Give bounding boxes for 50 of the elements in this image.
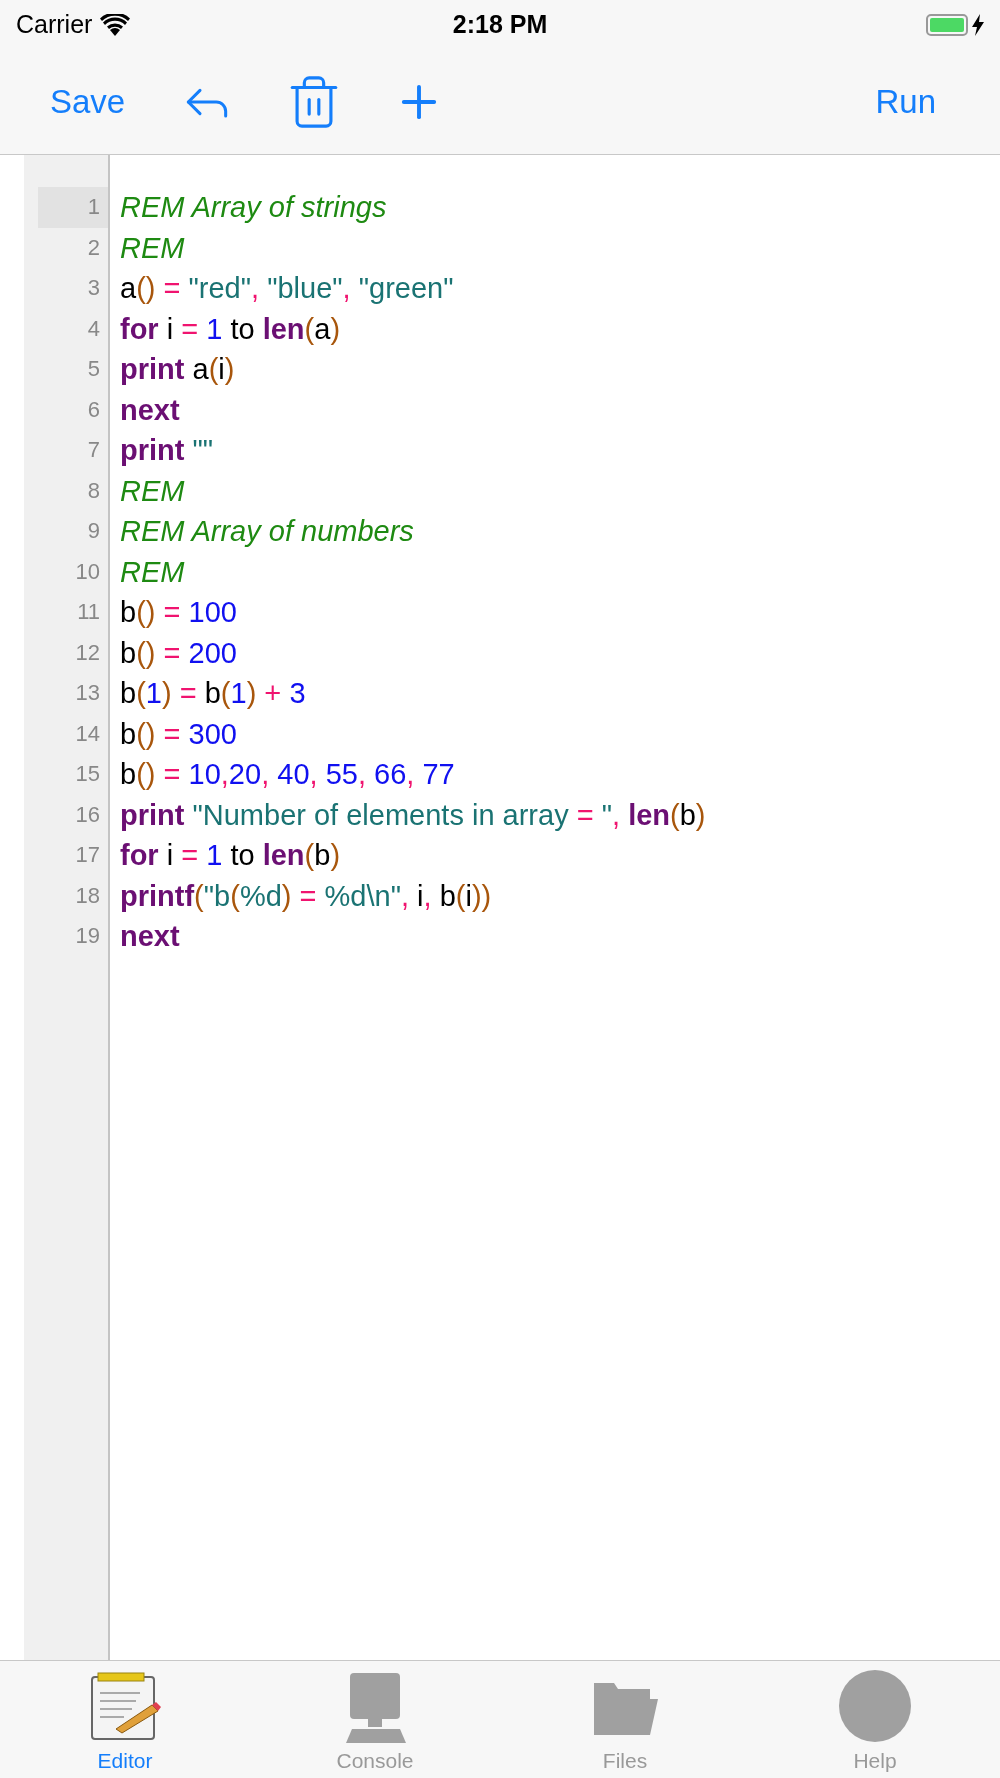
code-line: b() = 100 <box>120 595 237 630</box>
tab-bar-item[interactable]: Help <box>750 1661 1000 1778</box>
line-number: 8 <box>86 476 101 505</box>
code-line: b() = 300 <box>120 716 237 752</box>
code-line: for i = 1 to len(a) <box>120 311 341 347</box>
line-number: 18 <box>74 881 101 910</box>
code-line: REM <box>120 473 185 509</box>
code-line: REM <box>120 554 185 590</box>
code-line: printf("b(%d) = %d\n", i, b(i)) <box>120 878 492 914</box>
notepad-icon <box>88 1669 162 1743</box>
line-number: 10 <box>74 557 101 586</box>
code-line: REM Array of strings <box>120 190 387 225</box>
carrier-label: Carrier <box>16 9 93 41</box>
line-number: 12 <box>74 638 101 667</box>
code-line: for i = 1 to len(b) <box>120 838 341 873</box>
line-number: 16 <box>74 800 101 829</box>
status-time: 2:18 PM <box>452 9 548 41</box>
tab-bar-item[interactable]: Files <box>500 1661 750 1778</box>
code-line: print a(i) <box>120 352 235 387</box>
code-line: b(1) = b(1) + 3 <box>120 676 306 711</box>
line-number: 11 <box>76 598 101 626</box>
line-number: 17 <box>74 841 101 869</box>
line-number: 7 <box>86 436 101 464</box>
code-line: print "Number of elements in array = ", len(b) <box>120 797 706 833</box>
wifi-icon <box>100 14 131 36</box>
line-number: 1 <box>38 187 108 228</box>
line-number: 6 <box>86 395 101 424</box>
battery-icon <box>926 14 968 36</box>
code-line: next <box>120 919 180 954</box>
line-number: 9 <box>86 517 101 545</box>
code-line: print "" <box>120 433 214 468</box>
line-number: 2 <box>86 233 101 262</box>
code-line: b() = 10,20, 40, 55, 66, 77 <box>120 757 455 792</box>
code-line: next <box>120 392 180 428</box>
code-line: REM <box>120 230 185 266</box>
line-number: 13 <box>74 679 101 707</box>
run-button[interactable]: Run <box>871 77 940 127</box>
line-number: 15 <box>74 760 101 788</box>
line-number: 5 <box>86 355 101 383</box>
line-number: 19 <box>74 922 101 950</box>
code-line: a() = "red", "blue", "green" <box>120 271 454 306</box>
tab-bar-item[interactable]: Console <box>250 1661 500 1778</box>
line-number: 14 <box>74 719 101 748</box>
line-number: 3 <box>86 274 101 302</box>
line-number: 4 <box>86 314 101 343</box>
circle-icon <box>838 1669 912 1743</box>
code-line: REM Array of numbers <box>120 514 414 549</box>
save-button[interactable]: Save <box>46 77 130 127</box>
tab-bar-item[interactable]: Editor <box>0 1661 250 1778</box>
code-line: b() = 200 <box>120 635 237 671</box>
